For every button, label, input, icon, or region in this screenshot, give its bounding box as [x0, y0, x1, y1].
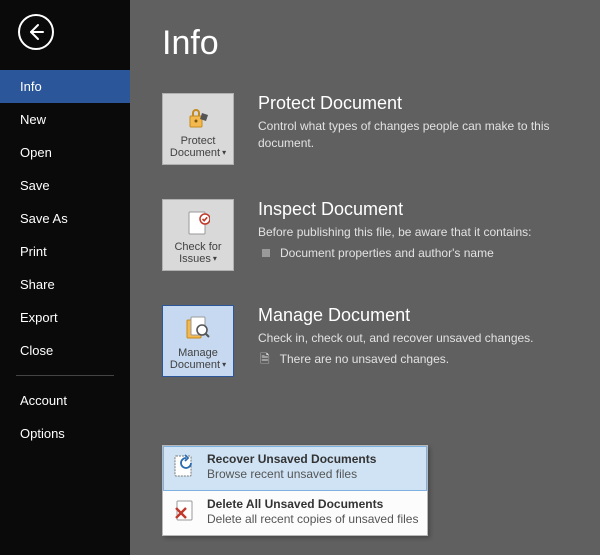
back-button[interactable]	[18, 14, 54, 50]
nav-item-share[interactable]: Share	[0, 268, 130, 301]
tile-label: Manage Document	[170, 347, 220, 371]
menu-item-recover-unsaved[interactable]: Recover Unsaved Documents Browse recent …	[163, 446, 427, 491]
manage-heading: Manage Document	[258, 305, 600, 326]
section-manage: Manage Document▾ Manage Document Check i…	[162, 305, 600, 377]
nav-item-export[interactable]: Export	[0, 301, 130, 334]
main-panel: Info Protect Document▾ Protect Document …	[130, 0, 600, 555]
document-icon: 🗎	[260, 351, 270, 368]
manage-document-menu: Recover Unsaved Documents Browse recent …	[162, 445, 428, 536]
protect-heading: Protect Document	[258, 93, 600, 114]
nav-item-save[interactable]: Save	[0, 169, 130, 202]
chevron-down-icon: ▾	[222, 361, 226, 370]
nav-item-options[interactable]: Options	[0, 417, 130, 450]
manage-body: Check in, check out, and recover unsaved…	[258, 330, 600, 347]
nav-item-new[interactable]: New	[0, 103, 130, 136]
check-for-issues-button[interactable]: Check for Issues▾	[162, 199, 234, 271]
protect-document-button[interactable]: Protect Document▾	[162, 93, 234, 165]
manage-document-button[interactable]: Manage Document▾	[162, 305, 234, 377]
arrow-left-icon	[26, 22, 46, 42]
manage-status: There are no unsaved changes.	[280, 351, 449, 368]
chevron-down-icon: ▾	[222, 149, 226, 158]
menu-item-sub: Delete all recent copies of unsaved file…	[207, 512, 418, 527]
inspect-bullet: Document properties and author's name	[280, 245, 494, 262]
nav-item-info[interactable]: Info	[0, 70, 130, 103]
nav-item-account[interactable]: Account	[0, 384, 130, 417]
nav-separator	[16, 375, 114, 376]
page-title: Info	[162, 24, 600, 63]
protect-body: Control what types of changes people can…	[258, 118, 600, 152]
menu-item-title: Recover Unsaved Documents	[207, 452, 376, 467]
nav-item-close[interactable]: Close	[0, 334, 130, 367]
section-protect: Protect Document▾ Protect Document Contr…	[162, 93, 600, 165]
tile-label: Protect Document	[170, 135, 220, 159]
document-check-icon	[186, 209, 210, 239]
menu-item-title: Delete All Unsaved Documents	[207, 497, 418, 512]
nav-item-open[interactable]: Open	[0, 136, 130, 169]
delete-icon	[171, 497, 199, 525]
menu-item-sub: Browse recent unsaved files	[207, 467, 376, 482]
nav-item-print[interactable]: Print	[0, 235, 130, 268]
section-inspect: Check for Issues▾ Inspect Document Befor…	[162, 199, 600, 271]
backstage-sidebar: Info New Open Save Save As Print Share E…	[0, 0, 130, 555]
menu-item-delete-unsaved[interactable]: Delete All Unsaved Documents Delete all …	[163, 491, 427, 535]
chevron-down-icon: ▾	[213, 255, 217, 264]
nav-item-save-as[interactable]: Save As	[0, 202, 130, 235]
inspect-intro: Before publishing this file, be aware th…	[258, 224, 600, 241]
document-search-icon	[185, 315, 211, 345]
lock-icon	[185, 103, 211, 133]
bullet-icon	[262, 249, 270, 257]
recover-icon	[171, 452, 199, 480]
inspect-heading: Inspect Document	[258, 199, 600, 220]
